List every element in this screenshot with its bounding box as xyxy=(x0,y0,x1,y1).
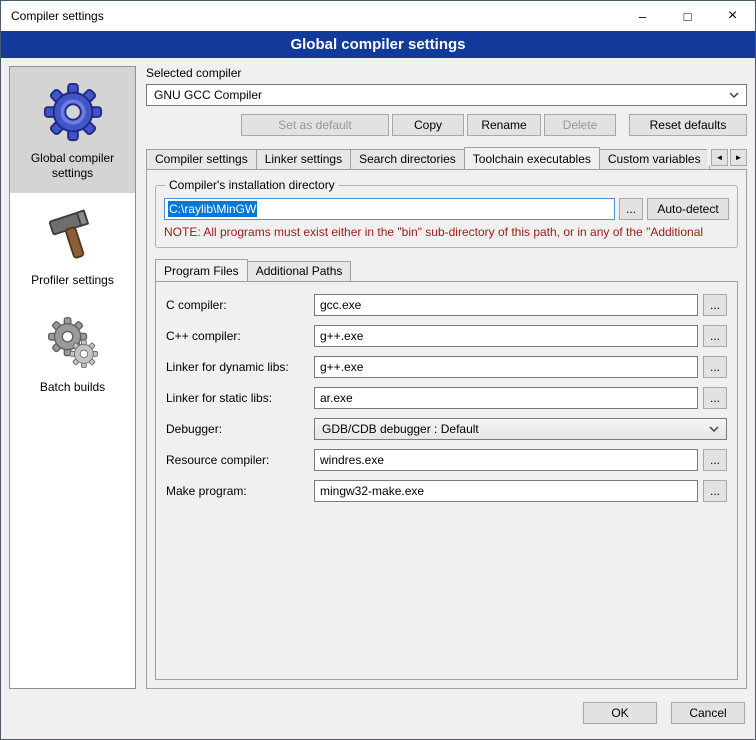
page-title: Global compiler settings xyxy=(1,31,755,58)
compiler-select[interactable]: GNU GCC Compiler xyxy=(146,84,747,106)
make-program-input[interactable] xyxy=(314,480,698,502)
toolchain-executables-panel: Compiler's installation directory C:\ray… xyxy=(146,169,747,689)
set-as-default-button[interactable]: Set as default xyxy=(241,114,389,136)
installation-directory-group-title: Compiler's installation directory xyxy=(166,178,338,192)
tab-custom-variables[interactable]: Custom variables xyxy=(599,149,710,169)
make-program-label: Make program: xyxy=(166,484,314,498)
maximize-button[interactable]: □ xyxy=(665,1,710,31)
toolchain-subtabs: Program Files Additional Paths xyxy=(155,258,738,281)
dialog-footer: OK Cancel xyxy=(1,697,755,739)
installation-directory-note: NOTE: All programs must exist either in … xyxy=(164,225,729,239)
cancel-button[interactable]: Cancel xyxy=(671,702,745,724)
tab-scroll-left-icon[interactable]: ◄ xyxy=(711,149,728,166)
rename-button[interactable]: Rename xyxy=(467,114,541,136)
sidebar-item-global-compiler-settings[interactable]: Global compiler settings xyxy=(10,67,135,193)
auto-detect-button[interactable]: Auto-detect xyxy=(647,198,729,220)
form-row-debugger: Debugger: GDB/CDB debugger : Default xyxy=(166,418,727,440)
resource-compiler-browse-button[interactable]: ... xyxy=(703,449,727,471)
cpp-compiler-input[interactable] xyxy=(314,325,698,347)
sidebar-item-batch-builds[interactable]: Batch builds xyxy=(10,300,135,407)
make-program-browse-button[interactable]: ... xyxy=(703,480,727,502)
reset-defaults-button[interactable]: Reset defaults xyxy=(629,114,747,136)
program-files-panel: C compiler: ... C++ compiler: ... Linker… xyxy=(155,281,738,680)
profiler-tool-icon xyxy=(44,207,102,265)
minimize-button[interactable]: – xyxy=(620,1,665,31)
form-row-c-compiler: C compiler: ... xyxy=(166,294,727,316)
ok-button[interactable]: OK xyxy=(583,702,657,724)
blue-gear-icon xyxy=(42,81,104,143)
chevron-down-icon xyxy=(729,92,739,98)
debugger-select-value: GDB/CDB debugger : Default xyxy=(322,422,479,436)
form-row-static-linker: Linker for static libs: ... xyxy=(166,387,727,409)
main-panel: Selected compiler GNU GCC Compiler Set a… xyxy=(146,66,747,689)
settings-category-list: Global compiler settings Profiler settin… xyxy=(9,66,136,689)
sidebar-item-label: Profiler settings xyxy=(31,273,114,288)
static-linker-browse-button[interactable]: ... xyxy=(703,387,727,409)
form-row-dynamic-linker: Linker for dynamic libs: ... xyxy=(166,356,727,378)
cpp-compiler-label: C++ compiler: xyxy=(166,329,314,343)
window-title: Compiler settings xyxy=(1,9,620,23)
sidebar-item-profiler-settings[interactable]: Profiler settings xyxy=(10,193,135,300)
dialog-body: Global compiler settings Profiler settin… xyxy=(1,58,755,697)
c-compiler-browse-button[interactable]: ... xyxy=(703,294,727,316)
sidebar-item-label: Global compiler settings xyxy=(14,151,131,181)
compiler-settings-window: Compiler settings – □ × Global compiler … xyxy=(0,0,756,740)
chevron-down-icon xyxy=(709,426,719,432)
tab-compiler-settings[interactable]: Compiler settings xyxy=(146,149,257,169)
tab-toolchain-executables[interactable]: Toolchain executables xyxy=(464,147,600,169)
selected-compiler-label: Selected compiler xyxy=(146,66,747,80)
form-row-make-program: Make program: ... xyxy=(166,480,727,502)
form-row-cpp-compiler: C++ compiler: ... xyxy=(166,325,727,347)
installation-directory-browse-button[interactable]: ... xyxy=(619,198,643,220)
installation-directory-value: C:\raylib\MinGW xyxy=(168,201,257,217)
close-button[interactable]: × xyxy=(710,1,755,31)
resource-compiler-input[interactable] xyxy=(314,449,698,471)
compiler-select-value: GNU GCC Compiler xyxy=(154,88,262,102)
compiler-buttons-row: Set as default Copy Rename Delete Reset … xyxy=(146,114,747,136)
installation-directory-group: Compiler's installation directory C:\ray… xyxy=(155,178,738,248)
delete-button[interactable]: Delete xyxy=(544,114,616,136)
gray-gears-icon xyxy=(44,314,102,372)
tab-scroll-buttons: ◄ ► xyxy=(707,149,747,166)
form-row-resource-compiler: Resource compiler: ... xyxy=(166,449,727,471)
tab-search-directories[interactable]: Search directories xyxy=(350,149,465,169)
static-linker-label: Linker for static libs: xyxy=(166,391,314,405)
installation-directory-input[interactable]: C:\raylib\MinGW xyxy=(164,198,615,220)
dynamic-linker-browse-button[interactable]: ... xyxy=(703,356,727,378)
c-compiler-label: C compiler: xyxy=(166,298,314,312)
static-linker-input[interactable] xyxy=(314,387,698,409)
sidebar-item-label: Batch builds xyxy=(40,380,105,395)
debugger-label: Debugger: xyxy=(166,422,314,436)
settings-tabstrip: Compiler settings Linker settings Search… xyxy=(146,146,747,169)
subtab-additional-paths[interactable]: Additional Paths xyxy=(247,261,352,281)
copy-button[interactable]: Copy xyxy=(392,114,464,136)
tab-scroll-right-icon[interactable]: ► xyxy=(730,149,747,166)
resource-compiler-label: Resource compiler: xyxy=(166,453,314,467)
titlebar: Compiler settings – □ × xyxy=(1,1,755,31)
dynamic-linker-label: Linker for dynamic libs: xyxy=(166,360,314,374)
cpp-compiler-browse-button[interactable]: ... xyxy=(703,325,727,347)
tab-linker-settings[interactable]: Linker settings xyxy=(256,149,351,169)
c-compiler-input[interactable] xyxy=(314,294,698,316)
installation-directory-row: C:\raylib\MinGW ... Auto-detect xyxy=(164,198,729,220)
subtab-program-files[interactable]: Program Files xyxy=(155,259,248,281)
debugger-select[interactable]: GDB/CDB debugger : Default xyxy=(314,418,727,440)
dynamic-linker-input[interactable] xyxy=(314,356,698,378)
